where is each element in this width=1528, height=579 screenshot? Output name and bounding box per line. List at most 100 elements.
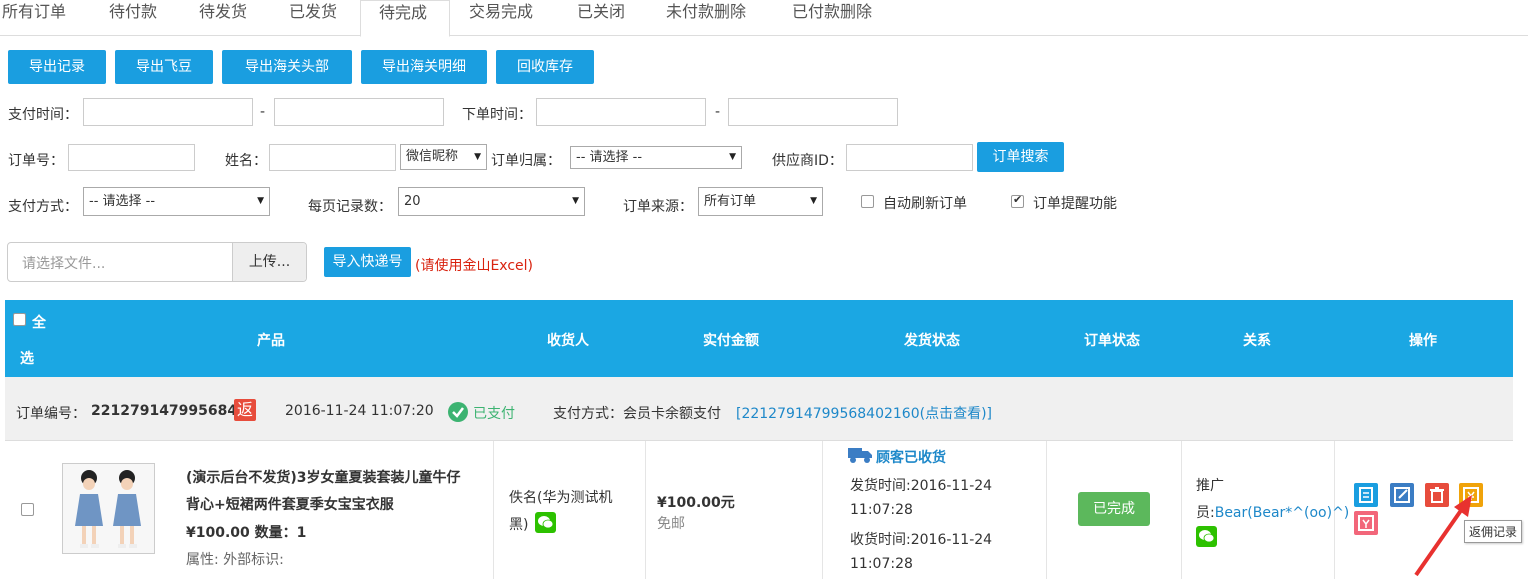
order-status-tabs: 所有订单 待付款 待发货 已发货 待完成 交易完成 已关闭 未付款删除 已付款删…	[0, 0, 1528, 37]
order-time-end-input[interactable]	[728, 98, 898, 126]
order-source-label: 订单来源：	[623, 199, 693, 215]
divider	[822, 441, 823, 579]
ship-time-line-1: 发货时间:2016-11-24	[850, 478, 993, 494]
wechat-icon	[535, 512, 556, 537]
pay-time-start-input[interactable]	[83, 98, 253, 126]
receive-time-line-1: 收货时间:2016-11-24	[850, 532, 993, 548]
relation-prefix: 员:	[1196, 505, 1215, 521]
export-customs-header-button[interactable]: 导出海关头部	[222, 50, 352, 84]
order-time-start-input[interactable]	[536, 98, 706, 126]
select-all-checkbox[interactable]	[13, 313, 26, 326]
nickname-select-value: 微信昵称	[406, 149, 459, 164]
order-summary-bar: 订单编号： 22127914799568400 返 2016-11-24 11:…	[5, 377, 1513, 441]
divider	[1046, 441, 1047, 579]
wechat-icon	[1196, 526, 1217, 551]
order-remind-label: 订单提醒功能	[1033, 196, 1117, 212]
tab-closed[interactable]: 已关闭	[559, 0, 643, 36]
divider	[645, 441, 646, 579]
ship-status: 顾客已收货	[876, 450, 946, 466]
col-actions: 操作	[1409, 333, 1437, 349]
pay-time-end-input[interactable]	[274, 98, 444, 126]
pay-method-text: 支付方式：会员卡余额支付	[553, 406, 721, 422]
order-remind-checkbox[interactable]	[1011, 193, 1024, 208]
tab-pending-payment[interactable]: 待付款	[91, 0, 175, 36]
relation-line-2: 员:Bear(Bear*^(oo)^)	[1196, 502, 1349, 522]
order-completed-button[interactable]: 已完成	[1078, 492, 1150, 526]
product-image[interactable]	[62, 463, 155, 554]
name-label: 姓名：	[225, 153, 267, 169]
chevron-down-icon: ▼	[257, 196, 264, 206]
import-tracking-button[interactable]: 导入快递号	[324, 247, 411, 277]
order-owner-select-value: -- 请选择 --	[576, 150, 643, 165]
export-feidou-button[interactable]: 导出飞豆	[115, 50, 213, 84]
order-source-select[interactable]: 所有订单 ▼	[698, 187, 823, 216]
select-all-label-2: 选	[20, 351, 34, 367]
order-time-label: 下单时间：	[462, 107, 532, 123]
tab-paid-deleted[interactable]: 已付款删除	[774, 0, 890, 36]
price-qty-text: ¥100.00 数量：	[186, 525, 297, 541]
per-page-select[interactable]: 20 ▼	[398, 187, 585, 216]
export-records-button[interactable]: 导出记录	[8, 50, 106, 84]
recycle-stock-button[interactable]: 回收库存	[496, 50, 594, 84]
receiver-line-2: 黑)	[509, 517, 529, 533]
pay-time-dash: -	[260, 104, 266, 120]
tab-shipped[interactable]: 已发货	[271, 0, 355, 36]
order-owner-select[interactable]: -- 请选择 -- ▼	[570, 146, 742, 169]
order-owner-label: 订单归属：	[491, 153, 561, 169]
orders-table-header: 全 选 产品 收货人 实付金额 发货状态 订单状态 关系 操作	[5, 300, 1513, 377]
order-time: 2016-11-24 11:07:20	[285, 403, 434, 419]
quantity: 1	[296, 525, 307, 541]
divider	[493, 441, 494, 579]
order-time-dash: -	[715, 104, 721, 120]
pay-method-label: 支付方式：	[8, 199, 78, 215]
product-price-qty: ¥100.00 数量：1	[186, 522, 306, 542]
relation-line-1: 推广	[1196, 478, 1224, 494]
order-no-label: 订单号：	[8, 153, 64, 169]
promoter-link[interactable]: Bear(Bear*^(oo)^)	[1215, 505, 1350, 521]
order-no-input[interactable]	[68, 144, 195, 171]
col-order-status: 订单状态	[1084, 333, 1140, 349]
file-picker[interactable]: 请选择文件... 上传...	[7, 242, 307, 282]
chevron-down-icon: ▼	[474, 152, 481, 162]
chevron-down-icon: ▼	[810, 196, 817, 206]
truck-icon	[848, 446, 872, 468]
col-product: 产品	[257, 333, 285, 349]
select-all-label-1: 全	[32, 315, 46, 331]
detail-icon[interactable]	[1354, 483, 1378, 507]
tab-all-orders[interactable]: 所有订单	[0, 0, 84, 36]
file-placeholder: 请选择文件...	[22, 256, 106, 272]
refund-icon[interactable]	[1354, 511, 1378, 535]
ship-time-line-2: 11:07:28	[850, 502, 913, 518]
product-title-line-2[interactable]: 背心+短裙两件套夏季女宝宝衣服	[186, 494, 394, 514]
row-checkbox[interactable]	[21, 503, 34, 516]
tab-to-complete[interactable]: 待完成	[360, 0, 450, 37]
name-input[interactable]	[269, 144, 396, 171]
supplier-id-input[interactable]	[846, 144, 973, 171]
checkmark-circle-icon	[448, 402, 468, 426]
tab-pending-shipment[interactable]: 待发货	[181, 0, 265, 36]
product-attributes: 属性: 外部标识:	[186, 552, 284, 568]
order-source-select-value: 所有订单	[704, 194, 757, 209]
pay-time-label: 支付时间：	[8, 107, 78, 123]
free-shipping: 免邮	[657, 516, 685, 532]
chevron-down-icon: ▼	[572, 196, 579, 206]
col-receiver: 收货人	[547, 333, 589, 349]
auto-refresh-checkbox[interactable]	[861, 195, 874, 208]
commission-tooltip: 返佣记录	[1464, 520, 1523, 543]
order-search-button[interactable]: 订单搜索	[977, 142, 1064, 172]
supplier-id-label: 供应商ID：	[772, 153, 843, 169]
product-title-line-1[interactable]: (演示后台不发货)3岁女童夏装套装儿童牛仔	[186, 467, 461, 487]
export-customs-detail-button[interactable]: 导出海关明细	[361, 50, 487, 84]
tab-completed[interactable]: 交易完成	[451, 0, 551, 36]
return-badge: 返	[234, 399, 256, 421]
tab-unpaid-deleted[interactable]: 未付款删除	[648, 0, 764, 36]
pay-ref-link[interactable]: [22127914799568402160(点击查看)]	[736, 403, 992, 423]
upload-button[interactable]: 上传...	[232, 243, 306, 281]
pay-method-select[interactable]: -- 请选择 -- ▼	[83, 187, 270, 216]
nickname-select[interactable]: 微信昵称 ▼	[400, 144, 487, 170]
col-ship-status: 发货状态	[904, 333, 960, 349]
per-page-label: 每页记录数：	[308, 199, 392, 215]
paid-status: 已支付	[473, 406, 515, 422]
auto-refresh-label: 自动刷新订单	[883, 196, 967, 212]
col-relation: 关系	[1243, 333, 1271, 349]
